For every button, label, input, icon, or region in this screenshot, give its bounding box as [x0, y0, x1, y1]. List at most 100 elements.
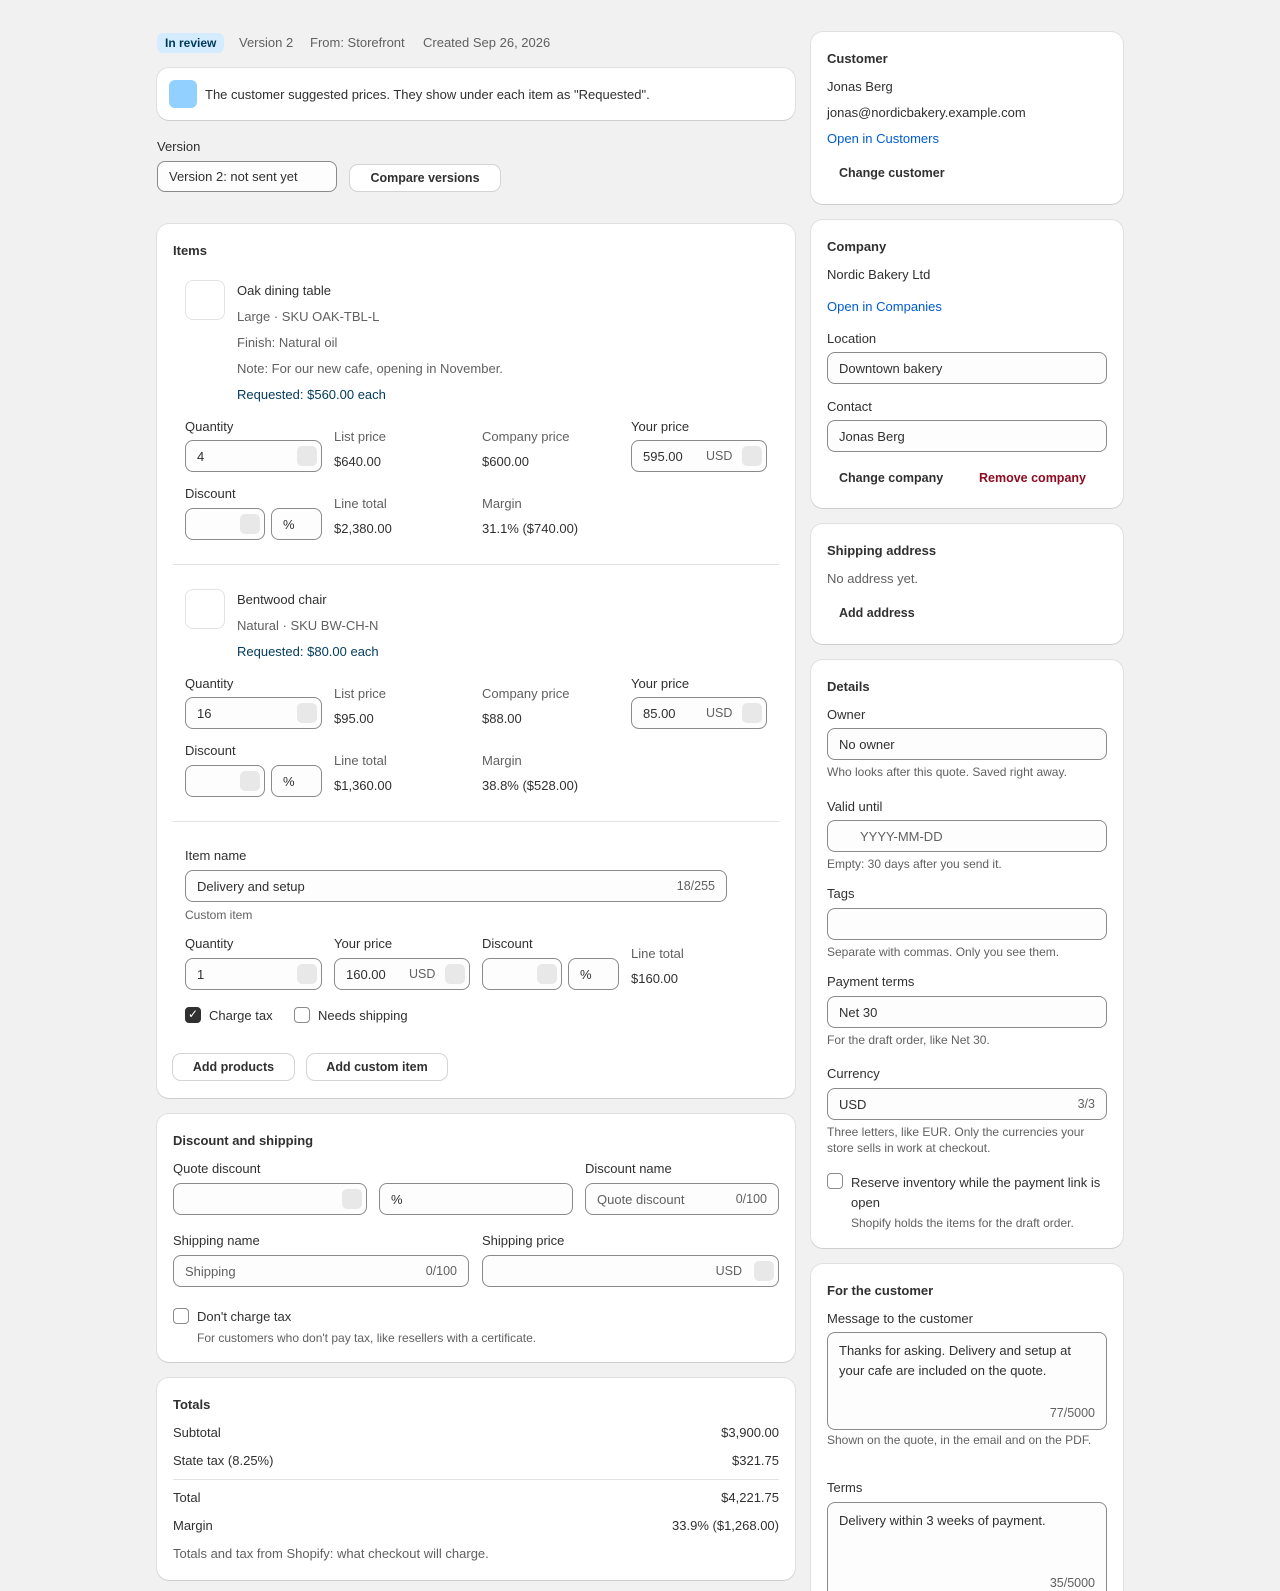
product-name[interactable]: Oak dining table	[237, 283, 331, 298]
tags-input[interactable]	[827, 908, 1107, 940]
shipping-price-label: Shipping price	[482, 1233, 565, 1248]
stepper-icon[interactable]	[297, 703, 317, 723]
customer-email: jonas@nordicbakery.example.com	[827, 105, 1026, 120]
banner-text: The customer suggested prices. They show…	[205, 87, 650, 102]
needs-shipping-checkbox[interactable]	[294, 1007, 310, 1023]
dont-charge-tax-help: For customers who don't pay tax, like re…	[197, 1331, 537, 1345]
quote-discount-unit-select[interactable]: %	[379, 1183, 573, 1215]
dont-charge-tax-label: Don't charge tax	[197, 1309, 292, 1324]
product-thumbnail	[185, 589, 225, 629]
terms-textarea[interactable]: Delivery within 3 weeks of payment. 35/50…	[827, 1502, 1107, 1591]
stepper-icon[interactable]	[537, 964, 557, 984]
valid-until-help: Empty: 30 days after you send it.	[827, 857, 1002, 871]
charge-tax-label: Charge tax	[209, 1008, 273, 1023]
divider	[173, 821, 779, 822]
line-total-label: Line total	[334, 753, 387, 768]
list-price: $640.00	[334, 454, 381, 469]
line-total: $2,380.00	[334, 521, 392, 536]
items-card: Items Oak dining table Large · SKU OAK-T…	[157, 224, 795, 1098]
stepper-icon[interactable]	[742, 703, 762, 723]
stepper-icon[interactable]	[742, 446, 762, 466]
discount-name-input[interactable]: Quote discount 0/100	[585, 1183, 779, 1215]
remove-company-button[interactable]: Remove company	[979, 471, 1086, 485]
margin-value: 33.9% ($1,268.00)	[672, 1518, 779, 1533]
quantity-label: Quantity	[185, 936, 234, 951]
add-custom-item-button[interactable]: Add custom item	[307, 1054, 447, 1080]
open-in-customers-link[interactable]: Open in Customers	[827, 131, 939, 146]
product-variant: Large · SKU OAK-TBL-L	[237, 309, 380, 324]
discount-shipping-title: Discount and shipping	[173, 1133, 314, 1148]
total-value: $4,221.75	[721, 1490, 779, 1505]
compare-versions-button[interactable]: Compare versions	[350, 165, 500, 191]
message-help: Shown on the quote, in the email and on …	[827, 1433, 1092, 1447]
open-in-companies-link[interactable]: Open in Companies	[827, 299, 942, 314]
discount-unit-select[interactable]: %	[271, 508, 322, 540]
discount-unit-select[interactable]: %	[568, 958, 619, 990]
stepper-icon[interactable]	[445, 964, 465, 984]
shipping-name-input[interactable]: Shipping 0/100	[173, 1255, 469, 1287]
shipping-address-title: Shipping address	[827, 543, 937, 558]
line-total-label: Line total	[334, 496, 387, 511]
details-title: Details	[827, 679, 870, 694]
add-address-button[interactable]: Add address	[839, 606, 915, 620]
stepper-icon[interactable]	[240, 514, 260, 534]
shipping-address-empty: No address yet.	[827, 571, 919, 586]
margin-label: Margin	[173, 1518, 213, 1533]
your-price-label: Your price	[631, 419, 690, 434]
your-price-input[interactable]: 595.00 USD	[631, 440, 767, 472]
quantity-input[interactable]: 16	[185, 697, 322, 729]
discount-input[interactable]	[482, 958, 562, 990]
stepper-icon[interactable]	[342, 1189, 362, 1209]
product-variant: Natural · SKU BW-CH-N	[237, 618, 379, 633]
product-note: Note: For our new cafe, opening in Novem…	[237, 361, 503, 376]
your-price-label: Your price	[334, 936, 393, 951]
discount-unit-select[interactable]: %	[271, 765, 322, 797]
quote-discount-input[interactable]	[173, 1183, 367, 1215]
quantity-input[interactable]: 1	[185, 958, 322, 990]
add-products-button[interactable]: Add products	[173, 1054, 294, 1080]
stepper-icon[interactable]	[240, 771, 260, 791]
your-price-input[interactable]: 160.00 USD	[334, 958, 470, 990]
tax-label: State tax (8.25%)	[173, 1453, 274, 1468]
discount-input[interactable]	[185, 508, 265, 540]
margin-label: Margin	[482, 496, 522, 511]
product-name[interactable]: Bentwood chair	[237, 592, 327, 607]
location-select[interactable]: Downtown bakery	[827, 352, 1107, 384]
total-label: Total	[173, 1490, 201, 1505]
quantity-input[interactable]: 4	[185, 440, 322, 472]
company-price-label: Company price	[482, 429, 570, 444]
owner-select[interactable]: No owner	[827, 728, 1107, 760]
margin-label: Margin	[482, 753, 522, 768]
quantity-label: Quantity	[185, 419, 234, 434]
your-price-input[interactable]: 85.00 USD	[631, 697, 767, 729]
stepper-icon[interactable]	[297, 964, 317, 984]
change-company-button[interactable]: Change company	[839, 471, 943, 485]
discount-input[interactable]	[185, 765, 265, 797]
shipping-price-input[interactable]: USD	[482, 1255, 779, 1287]
stepper-icon[interactable]	[754, 1261, 774, 1281]
for-customer-title: For the customer	[827, 1283, 934, 1298]
divider	[173, 1479, 779, 1480]
company-price: $88.00	[482, 711, 522, 726]
currency-help: Three letters, like EUR. Only the curren…	[827, 1125, 1085, 1155]
currency-label: Currency	[827, 1066, 880, 1081]
discount-label: Discount	[185, 743, 236, 758]
item-name-input[interactable]: Delivery and setup 18/255	[185, 870, 727, 902]
valid-until-input[interactable]: YYYY-MM-DD	[827, 820, 1107, 852]
message-textarea[interactable]: Thanks for asking. Delivery and setup at…	[827, 1332, 1107, 1430]
company-price-label: Company price	[482, 686, 570, 701]
currency-input[interactable]: USD 3/3	[827, 1088, 1107, 1120]
version-select[interactable]: Version 2: not sent yet	[157, 161, 337, 192]
payment-terms-input[interactable]: Net 30	[827, 996, 1107, 1028]
payment-terms-help: For the draft order, like Net 30.	[827, 1033, 990, 1047]
contact-select[interactable]: Jonas Berg	[827, 420, 1107, 452]
totals-footnote: Totals and tax from Shopify: what checko…	[173, 1546, 489, 1561]
line-total: $1,360.00	[334, 778, 392, 793]
charge-tax-checkbox[interactable]: ✓	[185, 1007, 201, 1023]
reserve-inventory-checkbox[interactable]	[827, 1173, 843, 1189]
stepper-icon[interactable]	[297, 446, 317, 466]
needs-shipping-label: Needs shipping	[318, 1008, 408, 1023]
change-customer-button[interactable]: Change customer	[839, 166, 945, 180]
dont-charge-tax-checkbox[interactable]	[173, 1308, 189, 1324]
line-total: $160.00	[631, 971, 678, 986]
